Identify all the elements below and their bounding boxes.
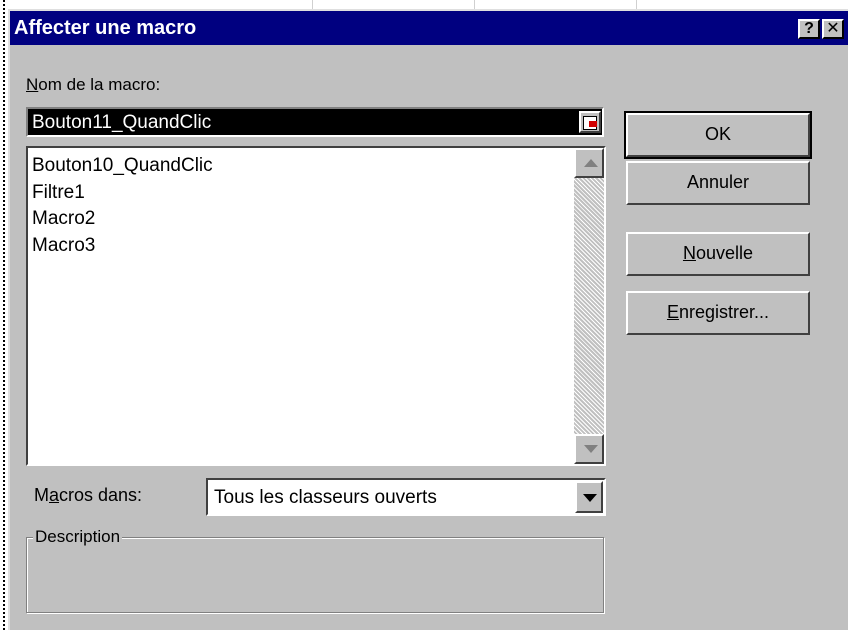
- macro-list-item[interactable]: Bouton10_QuandClic: [32, 153, 213, 180]
- macros-in-label: Macros dans:: [34, 485, 143, 505]
- arrow-up-icon: [584, 159, 598, 167]
- macro-list-item[interactable]: Macro2: [32, 206, 213, 233]
- arrow-down-icon: [584, 445, 598, 453]
- description-group: Description: [26, 526, 604, 613]
- macro-list[interactable]: Bouton10_QuandClic Filtre1 Macro2 Macro3: [26, 146, 606, 466]
- record-macro-button[interactable]: Enregistrer...: [626, 291, 810, 335]
- scroll-up-button[interactable]: [574, 148, 604, 178]
- macro-list-item[interactable]: Macro3: [32, 233, 213, 260]
- range-select-icon[interactable]: [579, 111, 601, 133]
- dropdown-button[interactable]: [575, 481, 603, 513]
- ok-button[interactable]: OK: [624, 111, 812, 159]
- macros-in-dropdown[interactable]: Tous les classeurs ouverts: [206, 478, 606, 516]
- dialog-title: Affecter une macro: [14, 17, 197, 39]
- macro-name-input[interactable]: Bouton11_QuandClic: [26, 107, 604, 137]
- new-macro-button[interactable]: Nouvelle: [626, 232, 810, 276]
- assign-macro-dialog: Affecter une macro ? ✕ Nom de la macro: …: [8, 9, 848, 630]
- macro-name-value: Bouton11_QuandClic: [32, 112, 212, 133]
- close-button[interactable]: ✕: [822, 19, 844, 39]
- title-bar: Affecter une macro ? ✕: [10, 11, 848, 45]
- macro-list-items: Bouton10_QuandClic Filtre1 Macro2 Macro3: [32, 153, 213, 259]
- scroll-down-button[interactable]: [574, 434, 604, 464]
- macro-name-label: Nom de la macro:: [26, 75, 161, 94]
- macro-list-item[interactable]: Filtre1: [32, 180, 213, 207]
- list-scrollbar[interactable]: [574, 148, 604, 464]
- description-label: Description: [33, 526, 123, 548]
- help-button[interactable]: ?: [798, 19, 820, 39]
- cancel-button[interactable]: Annuler: [626, 161, 810, 205]
- macros-in-selected: Tous les classeurs ouverts: [214, 487, 437, 508]
- chevron-down-icon: [583, 494, 597, 502]
- sheet-gridline: [3, 0, 5, 630]
